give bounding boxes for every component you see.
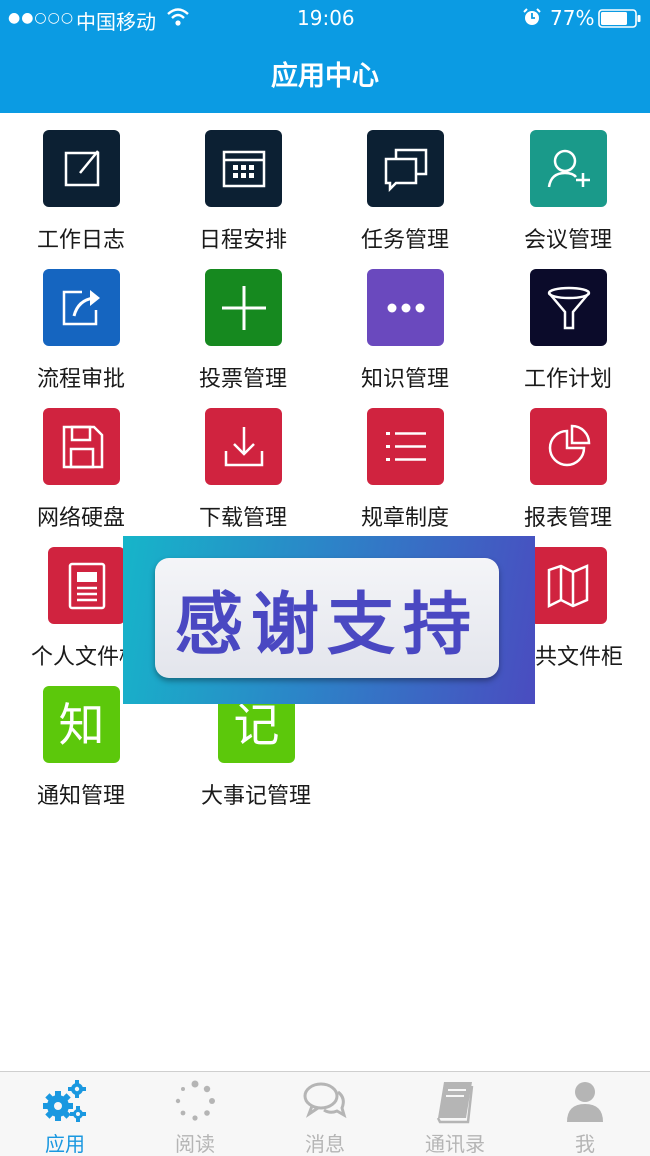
battery-percentage: 77% — [550, 6, 595, 30]
clock-time: 19:06 — [297, 6, 355, 30]
floppy-disk-icon[interactable] — [43, 408, 120, 485]
app-label: 报表管理 — [523, 506, 612, 531]
user-icon — [567, 1082, 603, 1122]
plus-icon[interactable] — [205, 269, 282, 346]
address-book-icon — [436, 1082, 474, 1124]
document-icon[interactable] — [48, 547, 125, 624]
map-icon[interactable] — [530, 547, 607, 624]
app-label: 工作计划 — [523, 367, 612, 392]
page-title: 应用中心 — [271, 61, 379, 92]
zhi-glyph-icon[interactable]: 知 — [43, 686, 120, 763]
tab-reading[interactable]: 阅读 — [130, 1072, 260, 1156]
tab-label: 应用 — [45, 1132, 85, 1156]
thanks-banner-text: 感谢支持 — [174, 585, 479, 665]
gears-icon — [43, 1080, 86, 1122]
bottom-tab-bar: 应用 阅读 消息 通讯录 我 — [0, 1071, 650, 1156]
wifi-icon — [166, 6, 190, 33]
pie-chart-icon[interactable] — [530, 408, 607, 485]
app-label: 下载管理 — [198, 506, 287, 531]
signal-strength-icon: ●●○○○ — [8, 10, 75, 26]
battery-icon — [598, 9, 642, 34]
tab-label: 阅读 — [175, 1132, 215, 1156]
app-label: 知识管理 — [360, 367, 449, 392]
thanks-banner-plate: 感谢支持 — [155, 558, 499, 678]
tab-label: 消息 — [305, 1132, 345, 1156]
calendar-icon[interactable] — [205, 130, 282, 207]
tab-label: 通讯录 — [425, 1132, 485, 1156]
tab-messages[interactable]: 消息 — [260, 1072, 390, 1156]
navigation-bar: 应用中心 — [0, 36, 650, 113]
share-icon[interactable] — [43, 269, 120, 346]
chat-bubbles-icon — [303, 1082, 347, 1119]
tab-contacts[interactable]: 通讯录 — [390, 1072, 520, 1156]
app-label: 网络硬盘 — [36, 506, 125, 531]
tab-me[interactable]: 我 — [520, 1072, 650, 1156]
thanks-banner: 感谢支持 — [123, 536, 535, 704]
status-bar: ●●○○○ 中国移动 19:06 77% — [0, 0, 650, 36]
funnel-icon[interactable] — [530, 269, 607, 346]
app-label: 流程审批 — [36, 367, 125, 392]
more-dots-icon[interactable] — [367, 269, 444, 346]
carrier-name: 中国移动 — [76, 10, 156, 34]
app-label: 会议管理 — [523, 228, 612, 253]
app-label: 通知管理 — [36, 784, 125, 809]
loading-dots-icon — [175, 1080, 215, 1121]
app-label: 日程安排 — [198, 228, 287, 253]
edit-icon[interactable] — [43, 130, 120, 207]
app-label: 工作日志 — [36, 228, 125, 253]
app-label: 投票管理 — [198, 367, 287, 392]
tab-label: 我 — [575, 1132, 595, 1156]
list-icon[interactable] — [367, 408, 444, 485]
add-person-icon[interactable] — [530, 130, 607, 207]
windows-stack-icon[interactable] — [367, 130, 444, 207]
app-label: 规章制度 — [360, 506, 449, 531]
app-label: 任务管理 — [360, 228, 449, 253]
download-icon[interactable] — [205, 408, 282, 485]
alarm-icon — [522, 7, 542, 32]
tab-apps[interactable]: 应用 — [0, 1072, 130, 1156]
app-label: 大事记管理 — [200, 784, 311, 809]
